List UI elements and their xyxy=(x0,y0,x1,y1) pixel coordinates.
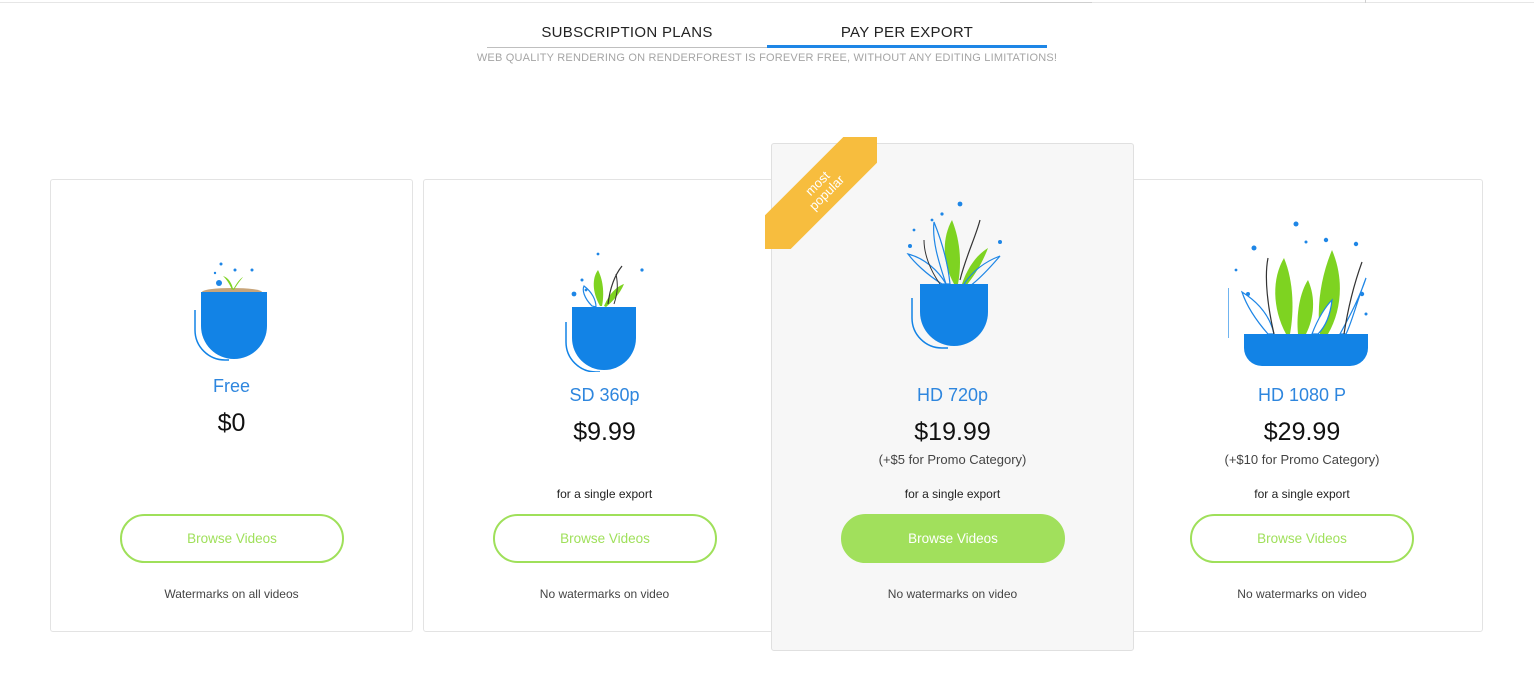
plant-medium-icon xyxy=(565,252,644,372)
plan-note: No watermarks on video xyxy=(539,587,670,601)
plan-card-free: Free $0 Browse Videos Watermarks on all … xyxy=(50,179,413,632)
plan-per-export: for a single export xyxy=(904,487,1001,501)
browse-videos-button[interactable]: Browse Videos xyxy=(1190,514,1414,563)
plan-price: $9.99 xyxy=(573,418,636,446)
plan-price: $19.99 xyxy=(914,418,991,446)
plan-promo-extra: (+$5 for Promo Category) xyxy=(878,452,1027,467)
plan-card-hd-1080p: HD 1080 P $29.99 (+$10 for Promo Categor… xyxy=(1121,179,1483,632)
plan-note: Watermarks on all videos xyxy=(164,587,299,601)
plan-price: $0 xyxy=(217,409,246,437)
plan-per-export: for a single export xyxy=(1254,487,1350,501)
ribbon-label: most popular xyxy=(802,168,848,214)
plan-card-sd-360p: SD 360p $9.99 for a single export Browse… xyxy=(423,179,786,632)
plan-name: HD 1080 P xyxy=(1257,385,1347,405)
plan-name: SD 360p xyxy=(569,385,640,405)
tab-subscription-plans[interactable]: SUBSCRIPTION PLANS xyxy=(487,24,767,48)
plant-small-icon xyxy=(194,262,267,361)
browse-videos-button[interactable]: Browse Videos xyxy=(120,514,344,563)
tab-pay-per-export[interactable]: PAY PER EXPORT xyxy=(767,24,1047,48)
plan-promo-extra: (+$10 for Promo Category) xyxy=(1224,452,1380,467)
most-popular-ribbon: most popular xyxy=(765,137,877,249)
plan-per-export: for a single export xyxy=(556,487,653,501)
plan-price: $29.99 xyxy=(1263,418,1341,446)
plan-note: No watermarks on video xyxy=(887,587,1018,601)
plant-xlarge-icon xyxy=(1228,221,1368,366)
plan-name: Free xyxy=(212,376,250,396)
browse-videos-button[interactable]: Browse Videos xyxy=(493,514,717,563)
plan-note: No watermarks on video xyxy=(1237,587,1367,601)
plan-tabs: SUBSCRIPTION PLANS PAY PER EXPORT xyxy=(487,24,1047,48)
top-border xyxy=(0,0,1534,3)
browse-videos-button[interactable]: Browse Videos xyxy=(841,514,1065,563)
subtitle: WEB QUALITY RENDERING ON RENDERFOREST IS… xyxy=(476,52,1058,64)
plan-name: HD 720p xyxy=(916,385,989,405)
plant-large-icon xyxy=(906,201,1002,349)
